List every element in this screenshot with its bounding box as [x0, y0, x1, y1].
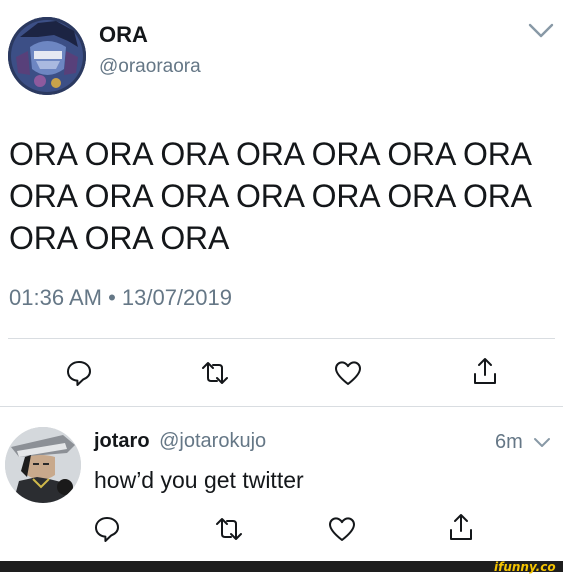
share-icon[interactable] [470, 356, 500, 386]
reply-icon[interactable] [64, 358, 94, 388]
heart-icon[interactable] [327, 514, 357, 544]
jotaro-avatar-icon [5, 427, 81, 503]
reply-user-handle[interactable]: @jotarokujo [159, 430, 266, 452]
retweet-icon[interactable] [214, 514, 244, 544]
watermark-bar [0, 561, 563, 572]
share-icon[interactable] [446, 512, 476, 542]
chevron-down-icon[interactable] [533, 436, 551, 450]
star-platinum-avatar-icon [8, 17, 86, 95]
reply-icon[interactable] [92, 514, 122, 544]
display-name[interactable]: ORA [99, 22, 148, 48]
user-handle[interactable]: @oraoraora [99, 56, 201, 78]
reply-text: how’d you get twitter [94, 467, 304, 493]
avatar[interactable] [8, 17, 86, 95]
tweet-text: ORA ORA ORA ORA ORA ORA ORA ORA ORA ORA … [9, 136, 530, 256]
retweet-icon[interactable] [200, 358, 230, 388]
reply-header: jotaro @jotarokujo [94, 430, 266, 453]
heart-icon[interactable] [333, 358, 363, 388]
reply-display-name[interactable]: jotaro [94, 430, 150, 452]
avatar[interactable] [5, 427, 81, 503]
tweet-timestamp[interactable]: 01:36 AM • 13/07/2019 [9, 285, 232, 311]
chevron-down-icon[interactable] [528, 22, 554, 40]
reply-time[interactable]: 6m [495, 431, 523, 454]
divider [0, 406, 563, 407]
divider [8, 338, 555, 339]
